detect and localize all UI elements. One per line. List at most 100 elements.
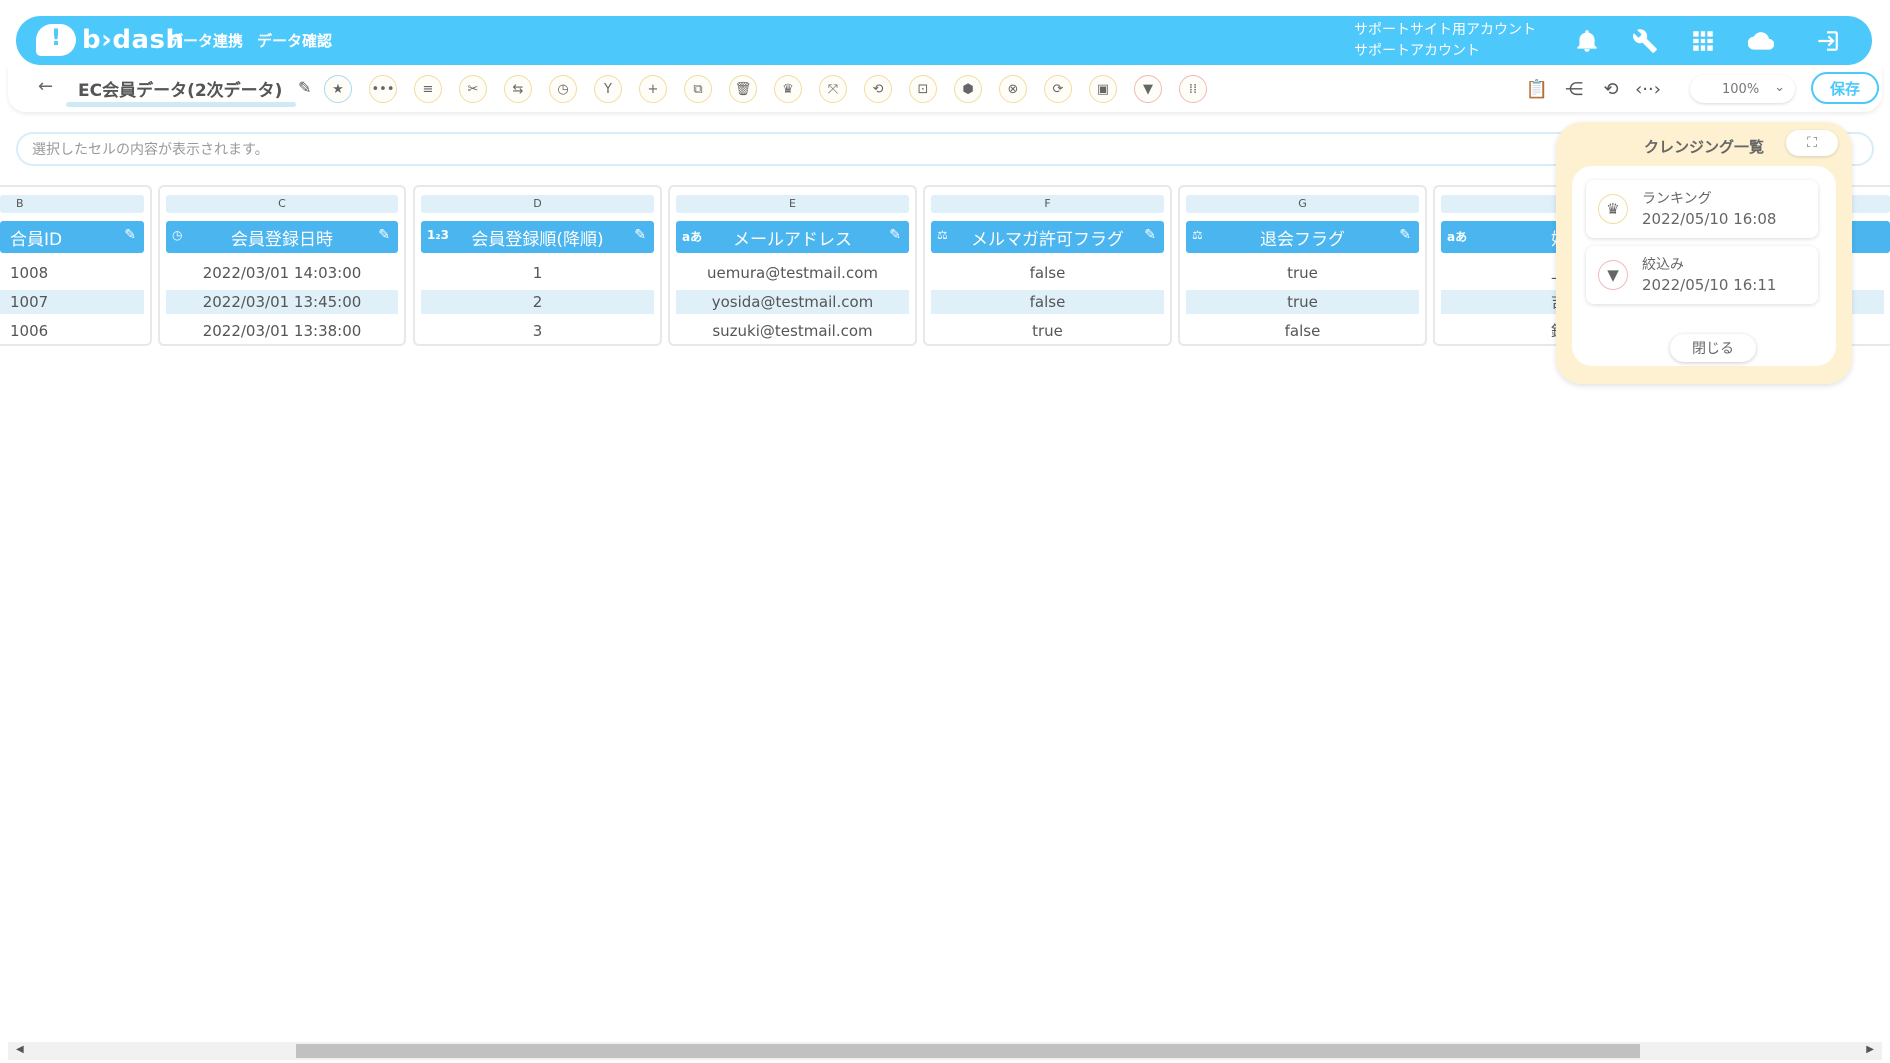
nav-data-check[interactable]: データ確認: [257, 30, 332, 51]
account-info[interactable]: サポートサイト用アカウント サポートアカウント: [1354, 20, 1536, 62]
cancel-tool-icon[interactable]: ⊗: [999, 75, 1027, 103]
align-tool-icon[interactable]: ≡: [414, 75, 442, 103]
boolean-type-icon: ⚖: [1192, 228, 1203, 242]
bell-icon[interactable]: [1572, 27, 1602, 55]
bdash-logo[interactable]: b›dash: [36, 22, 184, 58]
pencil-icon[interactable]: ✎: [889, 227, 901, 243]
clipboard-icon[interactable]: 📋: [1524, 76, 1550, 102]
expand-icon[interactable]: ⛶: [1786, 130, 1838, 156]
cloud-icon[interactable]: [1746, 27, 1776, 55]
account-line-2: サポートアカウント: [1354, 43, 1480, 59]
dice-tool-icon[interactable]: ⁞⁞: [1179, 75, 1207, 103]
column-letter[interactable]: C: [166, 195, 398, 213]
scroll-left-icon[interactable]: ◀: [16, 1044, 24, 1055]
repeat-tool-icon[interactable]: ⟲: [864, 75, 892, 103]
share-icon[interactable]: ⋲: [1561, 76, 1587, 102]
text-type-icon: aあ: [1447, 230, 1468, 244]
panel-title: クレンジング一覧: [1644, 138, 1765, 156]
table-cell[interactable]: 2022/03/01 13:45:00: [166, 290, 398, 314]
column-letter[interactable]: G: [1186, 195, 1419, 213]
close-button[interactable]: 閉じる: [1670, 334, 1756, 362]
copy-tool-icon[interactable]: ⧉: [684, 75, 712, 103]
table-cell[interactable]: 2022/03/01 14:03:00: [166, 261, 398, 285]
toolbar: ← EC会員データ(2次データ) ✎ ★ ••• ≡ ✂ ⇆ ◷ Y + ⧉ 🗑…: [8, 66, 1882, 112]
save-button[interactable]: 保存: [1811, 72, 1879, 104]
refresh-tool-icon[interactable]: ⟳: [1044, 75, 1072, 103]
column-letter[interactable]: F: [931, 195, 1164, 213]
back-arrow-icon[interactable]: ←: [38, 76, 53, 97]
column-header[interactable]: 1₂3 会員登録順(降順) ✎: [421, 221, 654, 253]
panel-body: ♛ ランキング 2022/05/10 16:08 ▼ 絞込み 2022/05/1…: [1572, 166, 1836, 366]
column-name: 会員登録順(降順): [471, 229, 604, 250]
cleansing-list-panel: クレンジング一覧 ⛶ ♛ ランキング 2022/05/10 16:08 ▼ 絞込…: [1556, 122, 1852, 384]
table-cell[interactable]: yosida@testmail.com: [676, 290, 909, 314]
timer-tool-icon[interactable]: ◷: [549, 75, 577, 103]
pencil-icon[interactable]: ✎: [378, 227, 390, 243]
table-cell[interactable]: false: [931, 261, 1164, 285]
grid-icon[interactable]: [1688, 27, 1718, 55]
history-icon[interactable]: ⟲: [1598, 76, 1624, 102]
wrench-icon[interactable]: [1630, 27, 1660, 55]
pencil-icon[interactable]: ✎: [298, 78, 311, 97]
trash-tool-icon[interactable]: 🗑: [729, 75, 757, 103]
filter-tool-icon[interactable]: ▼: [1134, 75, 1162, 103]
column-header[interactable]: ◷ 会員登録日時 ✎: [166, 221, 398, 253]
lock-tool-icon[interactable]: ⊡: [909, 75, 937, 103]
column-name: メールアドレス: [733, 229, 852, 250]
table-cell[interactable]: 3: [421, 319, 654, 343]
datetime-type-icon: ◷: [172, 228, 183, 242]
pencil-icon[interactable]: ✎: [1399, 227, 1411, 243]
code-icon[interactable]: ‹··›: [1635, 76, 1661, 102]
horizontal-scrollbar[interactable]: ◀ ▶: [8, 1042, 1882, 1060]
column-letter[interactable]: D: [421, 195, 654, 213]
scrollbar-thumb[interactable]: [296, 1044, 1640, 1058]
table-cell[interactable]: 2022/03/01 13:38:00: [166, 319, 398, 343]
star-tool-icon[interactable]: ★: [324, 75, 352, 103]
cleansing-history-item[interactable]: ♛ ランキング 2022/05/10 16:08: [1586, 180, 1818, 238]
scissors-tool-icon[interactable]: ✂: [459, 75, 487, 103]
history-name: ランキング: [1642, 191, 1712, 207]
number-type-icon: 1₂3: [427, 228, 449, 242]
table-cell[interactable]: false: [1186, 319, 1419, 343]
merge-tool-icon[interactable]: ⇆: [504, 75, 532, 103]
table-cell[interactable]: true: [1186, 290, 1419, 314]
frame-tool-icon[interactable]: ▣: [1089, 75, 1117, 103]
table-cell[interactable]: 1008: [0, 261, 144, 285]
crown-tool-icon[interactable]: ♛: [774, 75, 802, 103]
table-cell[interactable]: 2: [421, 290, 654, 314]
collapse-tool-icon[interactable]: ⤧: [819, 75, 847, 103]
zoom-select[interactable]: 100% ⌄: [1690, 75, 1795, 103]
more-tool-icon[interactable]: •••: [369, 75, 397, 103]
box-tool-icon[interactable]: ⬢: [954, 75, 982, 103]
table-cell[interactable]: true: [1186, 261, 1419, 285]
table-cell[interactable]: uemura@testmail.com: [676, 261, 909, 285]
column-letter[interactable]: B: [0, 195, 144, 213]
nav-data-integration[interactable]: データ連携: [168, 30, 243, 51]
table-cell[interactable]: true: [931, 319, 1164, 343]
document-title[interactable]: EC会員データ(2次データ): [78, 76, 282, 101]
column-e: E aあ メールアドレス ✎ uemura@testmail.com yosid…: [668, 185, 917, 346]
pencil-icon[interactable]: ✎: [1144, 227, 1156, 243]
pencil-icon[interactable]: ✎: [634, 227, 646, 243]
column-header[interactable]: ⚖ メルマガ許可フラグ ✎: [931, 221, 1164, 253]
logout-icon[interactable]: [1812, 27, 1842, 55]
history-time: 2022/05/10 16:08: [1642, 210, 1777, 228]
plus-tool-icon[interactable]: +: [639, 75, 667, 103]
title-underline: [66, 102, 296, 107]
column-header[interactable]: aあ メールアドレス ✎: [676, 221, 909, 253]
branch-tool-icon[interactable]: Y: [594, 75, 622, 103]
table-cell[interactable]: 1007: [0, 290, 144, 314]
table-cell[interactable]: 1006: [0, 319, 144, 343]
table-cell[interactable]: suzuki@testmail.com: [676, 319, 909, 343]
column-name: 合員ID: [10, 229, 63, 250]
cleansing-history-item[interactable]: ▼ 絞込み 2022/05/10 16:11: [1586, 246, 1818, 304]
column-header[interactable]: ⚖ 退会フラグ ✎: [1186, 221, 1419, 253]
table-cell[interactable]: false: [931, 290, 1164, 314]
column-header[interactable]: 合員ID ✎: [0, 221, 144, 253]
pencil-icon[interactable]: ✎: [124, 227, 136, 243]
column-d: D 1₂3 会員登録順(降順) ✎ 1 2 3: [413, 185, 662, 346]
table-cell[interactable]: 1: [421, 261, 654, 285]
column-letter[interactable]: E: [676, 195, 909, 213]
scroll-right-icon[interactable]: ▶: [1866, 1044, 1874, 1055]
column-f: F ⚖ メルマガ許可フラグ ✎ false false true: [923, 185, 1172, 346]
